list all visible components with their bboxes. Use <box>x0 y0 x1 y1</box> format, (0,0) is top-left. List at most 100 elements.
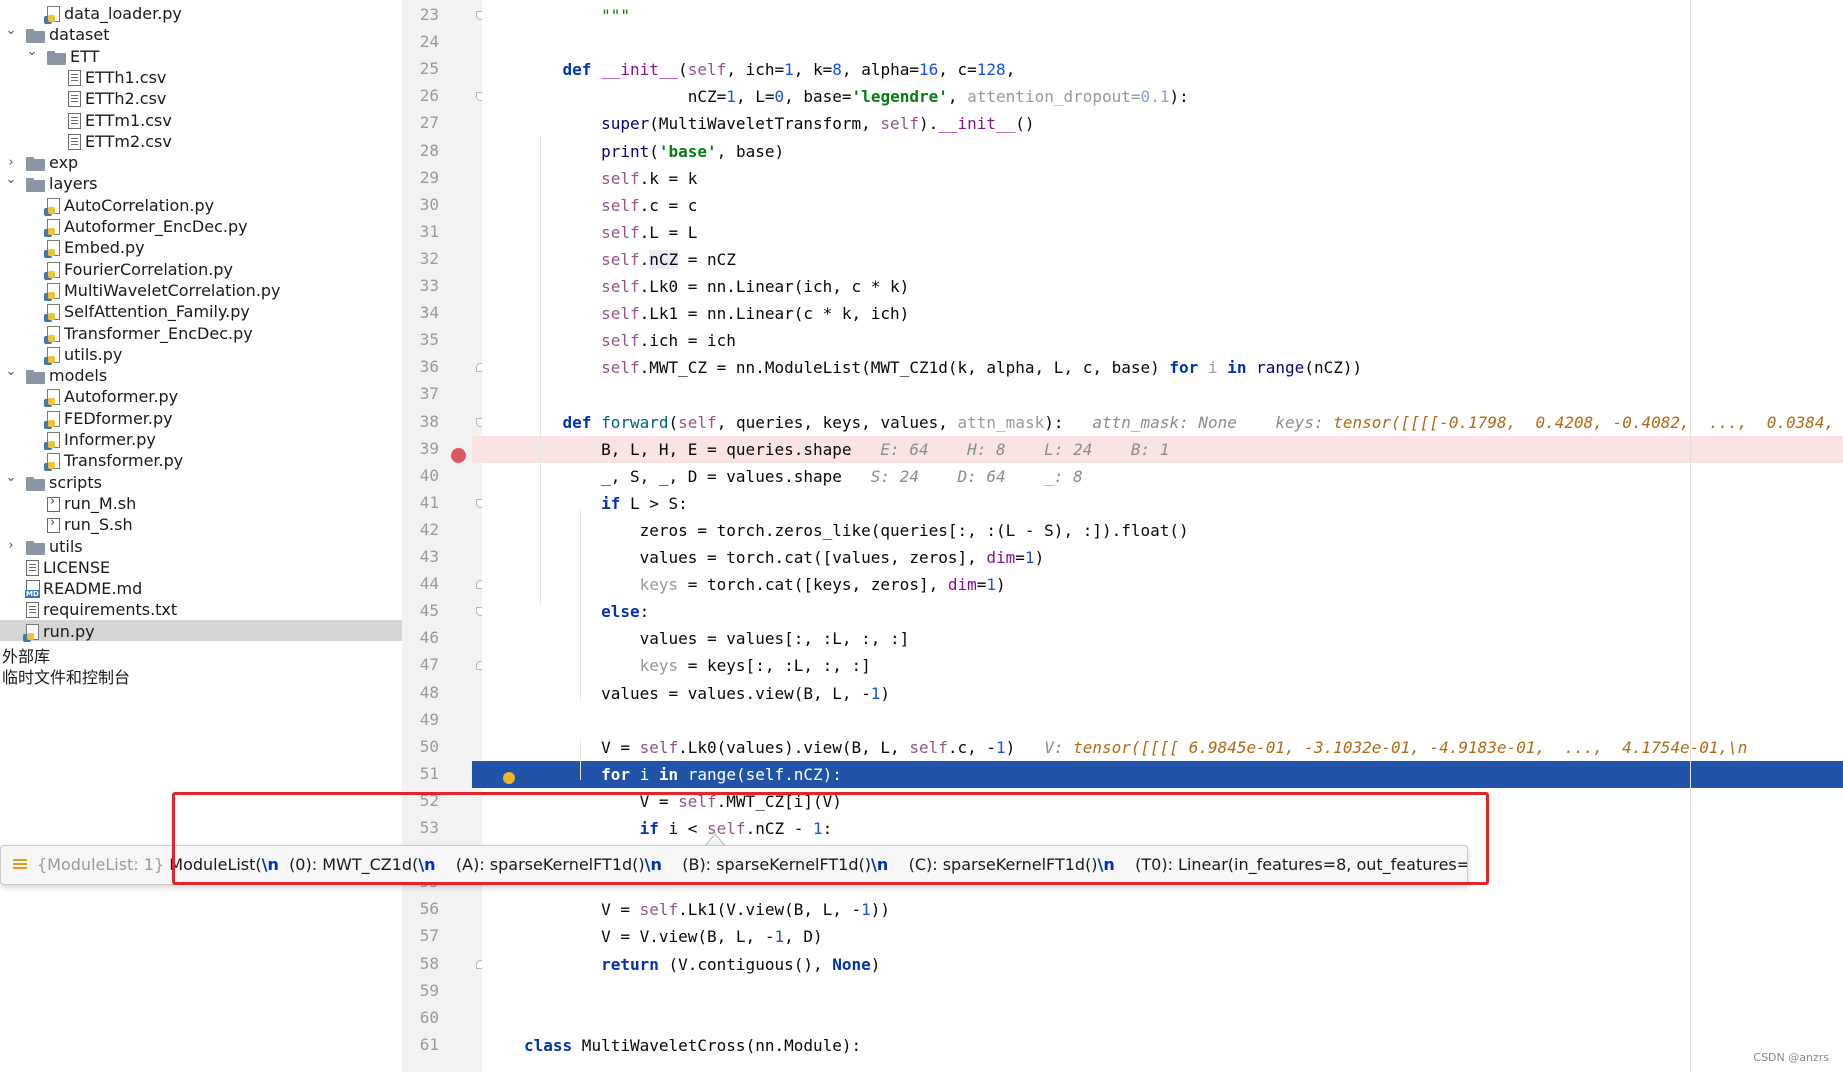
shell-script-icon <box>47 515 60 534</box>
tree-item-scripts[interactable]: ⌄ scripts <box>0 470 402 492</box>
tree-item-ettm1-csv[interactable]: ETTm1.csv <box>0 109 402 130</box>
code-editor[interactable]: """ def __init__(self, ich=1, k=8, alpha… <box>482 0 1843 1072</box>
tree-item-models[interactable]: ⌄ models <box>0 364 402 386</box>
tree-item-[interactable]: 外部库 <box>0 641 402 666</box>
code-line[interactable]: keys = torch.cat([keys, zeros], dim=1) <box>482 571 1843 598</box>
shell-script-icon <box>47 494 60 512</box>
code-line[interactable]: values = values[:, :L, :, :] <box>482 625 1843 652</box>
chevron-down-icon[interactable]: ⌄ <box>4 364 18 379</box>
code-line[interactable] <box>482 707 1843 734</box>
code-line[interactable]: """ <box>482 2 1843 29</box>
tree-item-run-py[interactable]: run.py <box>0 619 402 642</box>
code-line[interactable]: super(MultiWaveletTransform, self).__ini… <box>482 110 1843 137</box>
tree-item-[interactable]: 临时文件和控制台 <box>0 662 402 687</box>
python-file-icon <box>44 240 60 259</box>
code-line[interactable]: _, S, _, D = values.shape S: 24 D: 64 _:… <box>482 463 1843 490</box>
code-line[interactable]: V = self.Lk1(V.view(B, L, -1)) <box>482 896 1843 923</box>
tree-item-label: utils.py <box>64 344 123 364</box>
code-line[interactable]: class MultiWaveletCross(nn.Module): <box>482 1032 1843 1059</box>
tree-item-data-loader-py[interactable]: data_loader.py <box>0 2 402 24</box>
code-line[interactable]: self.Lk0 = nn.Linear(ich, c * k) <box>482 273 1843 300</box>
code-line[interactable]: values = torch.cat([values, zeros], dim=… <box>482 544 1843 571</box>
tree-item-ettm2-csv[interactable]: ETTm2.csv <box>0 130 402 151</box>
tree-item-fouriercorrelation-py[interactable]: FourierCorrelation.py <box>0 258 402 280</box>
tree-item-informer-py[interactable]: Informer.py <box>0 428 402 450</box>
chevron-down-icon[interactable]: ⌄ <box>4 23 18 38</box>
code-line[interactable]: self.L = L <box>482 219 1843 246</box>
code-line[interactable]: self.MWT_CZ = nn.ModuleList(MWT_CZ1d(k, … <box>482 354 1843 381</box>
code-line[interactable]: B, L, H, E = queries.shape E: 64 H: 8 L:… <box>482 435 1843 463</box>
tree-item-run-s-sh[interactable]: run_S.sh <box>0 513 402 534</box>
tree-item-ett[interactable]: ⌄ ETT <box>0 44 402 66</box>
folder-icon <box>47 50 66 65</box>
watermark: CSDN @anzrs <box>1753 1051 1829 1064</box>
code-line[interactable]: zeros = torch.zeros_like(queries[:, :(L … <box>482 517 1843 544</box>
code-line[interactable] <box>482 29 1843 56</box>
tree-item-transformer-encdec-py[interactable]: Transformer_EncDec.py <box>0 322 402 344</box>
code-line[interactable]: V = V.view(B, L, -1, D) <box>482 923 1843 950</box>
tree-item-utils[interactable]: › utils <box>0 535 402 556</box>
code-line[interactable]: def __init__(self, ich=1, k=8, alpha=16,… <box>482 56 1843 83</box>
code-line[interactable]: print('base', base) <box>482 138 1843 165</box>
tree-item-run-m-sh[interactable]: run_M.sh <box>0 492 402 513</box>
line-number: 47 <box>419 655 439 675</box>
tree-item-autoformer-py[interactable]: Autoformer.py <box>0 385 402 408</box>
code-line[interactable]: else: <box>482 598 1843 625</box>
tree-item-label: Informer.py <box>64 430 156 449</box>
breakpoint-icon[interactable] <box>451 448 466 463</box>
chevron-down-icon[interactable]: ⌄ <box>25 44 39 59</box>
tree-item-autoformer-encdec-py[interactable]: Autoformer_EncDec.py <box>0 215 402 237</box>
tree-item-utils-py[interactable]: utils.py <box>0 343 402 365</box>
tree-item-multiwaveletcorrelation-py[interactable]: MultiWaveletCorrelation.py <box>0 279 402 301</box>
tree-item-embed-py[interactable]: Embed.py <box>0 236 402 259</box>
python-file-icon <box>44 346 60 365</box>
tree-item-etth1-csv[interactable]: ETTh1.csv <box>0 66 402 87</box>
tree-item-layers[interactable]: ⌄ layers <box>0 172 402 194</box>
python-file-icon <box>44 325 60 344</box>
markdown-file-icon <box>25 580 40 599</box>
code-line[interactable]: keys = keys[:, :L, :, :] <box>482 652 1843 679</box>
code-line[interactable]: if L > S: <box>482 490 1843 517</box>
code-line[interactable]: def forward(self, queries, keys, values,… <box>482 409 1843 436</box>
code-line[interactable]: self.k = k <box>482 165 1843 192</box>
intention-bulb-icon[interactable] <box>503 772 515 784</box>
code-line[interactable]: nCZ=1, L=0, base='legendre', attention_d… <box>482 83 1843 110</box>
annotation-highlight-box <box>172 792 1489 885</box>
code-line[interactable]: self.nCZ = nCZ <box>482 246 1843 273</box>
line-number: 51 <box>419 763 439 783</box>
tree-item-label: ETTm1.csv <box>85 110 172 130</box>
chevron-right-icon[interactable]: › <box>4 538 18 553</box>
tree-item-label: data_loader.py <box>64 4 182 23</box>
tree-item-dataset[interactable]: ⌄ dataset <box>0 23 402 45</box>
tree-item-fedformer-py[interactable]: FEDformer.py <box>0 407 402 429</box>
chevron-down-icon[interactable]: ⌄ <box>4 172 18 187</box>
code-line[interactable]: self.c = c <box>482 192 1843 219</box>
tree-item-label: ETT <box>70 46 100 66</box>
code-line[interactable] <box>482 1005 1843 1032</box>
code-line[interactable] <box>482 381 1843 408</box>
list-icon <box>13 859 27 870</box>
code-line[interactable] <box>482 978 1843 1005</box>
tree-item-selfattention-family-py[interactable]: SelfAttention_Family.py <box>0 300 402 323</box>
tree-item-transformer-py[interactable]: Transformer.py <box>0 449 402 472</box>
line-number: 59 <box>419 980 439 1000</box>
tree-item-exp[interactable]: › exp <box>0 151 402 172</box>
tree-item-autocorrelation-py[interactable]: AutoCorrelation.py <box>0 194 402 216</box>
line-number: 37 <box>419 384 439 404</box>
tree-item-label: 临时文件和控制台 <box>2 668 131 688</box>
tree-item-label: run_M.sh <box>64 493 137 513</box>
code-line[interactable]: return (V.contiguous(), None) <box>482 951 1843 978</box>
code-line[interactable]: self.ich = ich <box>482 327 1843 354</box>
chevron-down-icon[interactable]: ⌄ <box>4 470 18 485</box>
code-line[interactable]: for i in range(self.nCZ): <box>482 760 1843 788</box>
tree-item-requirements-txt[interactable]: requirements.txt <box>0 598 402 619</box>
code-line[interactable]: self.Lk1 = nn.Linear(c * k, ich) <box>482 300 1843 327</box>
chevron-right-icon[interactable]: › <box>4 155 18 170</box>
line-number: 45 <box>419 601 439 621</box>
code-line[interactable]: values = values.view(B, L, -1) <box>482 680 1843 707</box>
tree-item-etth2-csv[interactable]: ETTh2.csv <box>0 87 402 108</box>
tree-item-readme-md[interactable]: README.md <box>0 577 402 599</box>
code-line[interactable]: V = self.Lk0(values).view(B, L, self.c, … <box>482 734 1843 761</box>
line-number: 28 <box>419 140 439 160</box>
tree-item-license[interactable]: LICENSE <box>0 556 402 577</box>
